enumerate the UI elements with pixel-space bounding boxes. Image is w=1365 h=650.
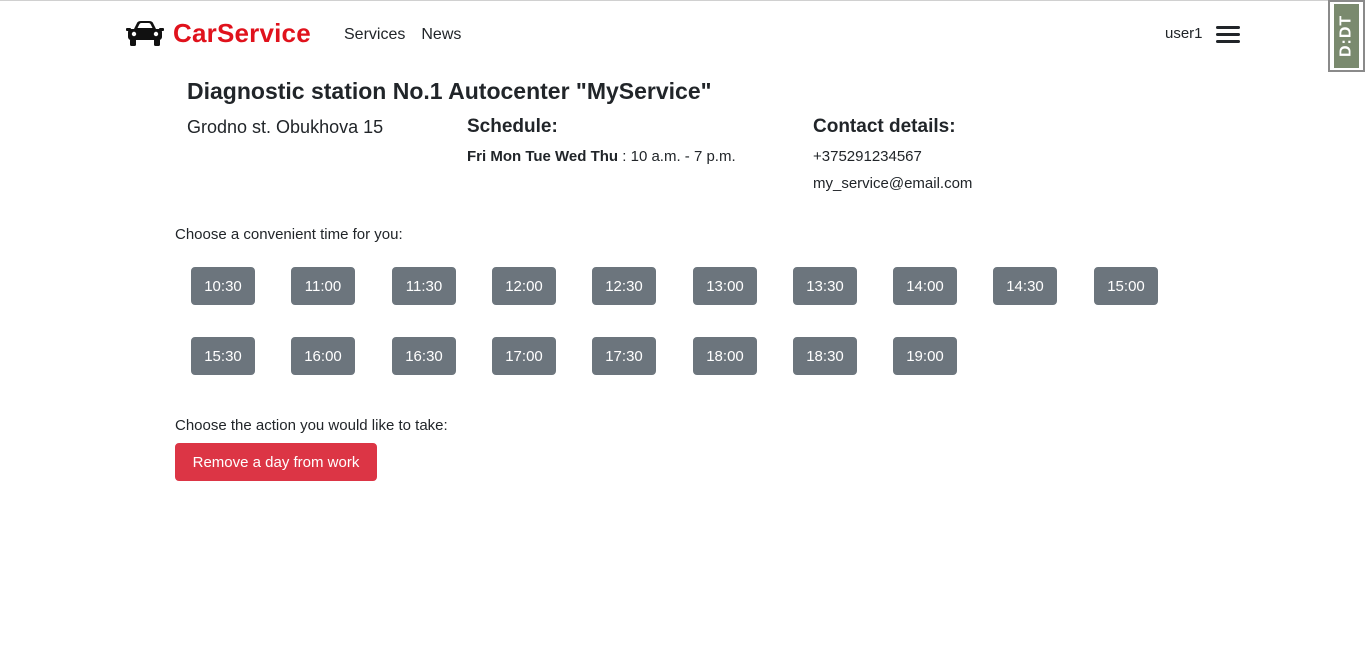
nav-links: Services News [344,26,461,44]
action-prompt: Choose the action you would like to take… [175,417,448,434]
time-slot-button[interactable]: 10:30 [191,267,255,305]
username[interactable]: user1 [1165,25,1203,42]
time-slot-button[interactable]: 14:00 [893,267,957,305]
hamburger-menu-icon[interactable] [1216,26,1240,46]
time-slot-button[interactable]: 13:00 [693,267,757,305]
time-slot-button[interactable]: 11:30 [392,267,456,305]
side-tab-label: D:DT [1334,4,1359,68]
contact-heading: Contact details: [813,116,956,137]
remove-day-button[interactable]: Remove a day from work [175,443,377,481]
car-icon [126,19,164,49]
station-title: Diagnostic station No.1 Autocenter "MySe… [187,78,712,104]
time-slot-button[interactable]: 15:30 [191,337,255,375]
schedule-days: Fri Mon Tue Wed Thu [467,148,619,165]
time-slot-button[interactable]: 17:30 [592,337,656,375]
time-slot-button[interactable]: 16:30 [392,337,456,375]
time-slot-button[interactable]: 15:00 [1094,267,1158,305]
station-address: Grodno st. Obukhova 15 [187,117,384,137]
time-slot-button[interactable]: 16:00 [291,337,355,375]
time-slot-button[interactable]: 12:30 [592,267,656,305]
schedule-hours: : 10 a.m. - 7 p.m. [618,148,736,165]
time-prompt: Choose a convenient time for you: [175,226,403,243]
nav-link-services[interactable]: Services [344,26,405,44]
brand-link[interactable]: CarService [126,18,311,49]
contact-email: my_service@email.com [813,175,973,192]
side-extension-tab[interactable]: D:DT [1328,0,1365,72]
time-slot-button[interactable]: 12:00 [492,267,556,305]
time-slot-button[interactable]: 11:00 [291,267,355,305]
time-slot-button[interactable]: 18:00 [693,337,757,375]
schedule-line: Fri Mon Tue Wed Thu : 10 a.m. - 7 p.m. [467,148,736,165]
brand-name: CarService [173,18,311,48]
time-slot-button[interactable]: 13:30 [793,267,857,305]
contact-phone: +375291234567 [813,148,922,165]
navbar: CarService Services News user1 [0,0,1365,70]
time-slot-button[interactable]: 14:30 [993,267,1057,305]
time-slot-button[interactable]: 19:00 [893,337,957,375]
time-slot-button[interactable]: 17:00 [492,337,556,375]
time-slot-button[interactable]: 18:30 [793,337,857,375]
schedule-heading: Schedule: [467,116,558,137]
nav-link-news[interactable]: News [421,26,461,44]
